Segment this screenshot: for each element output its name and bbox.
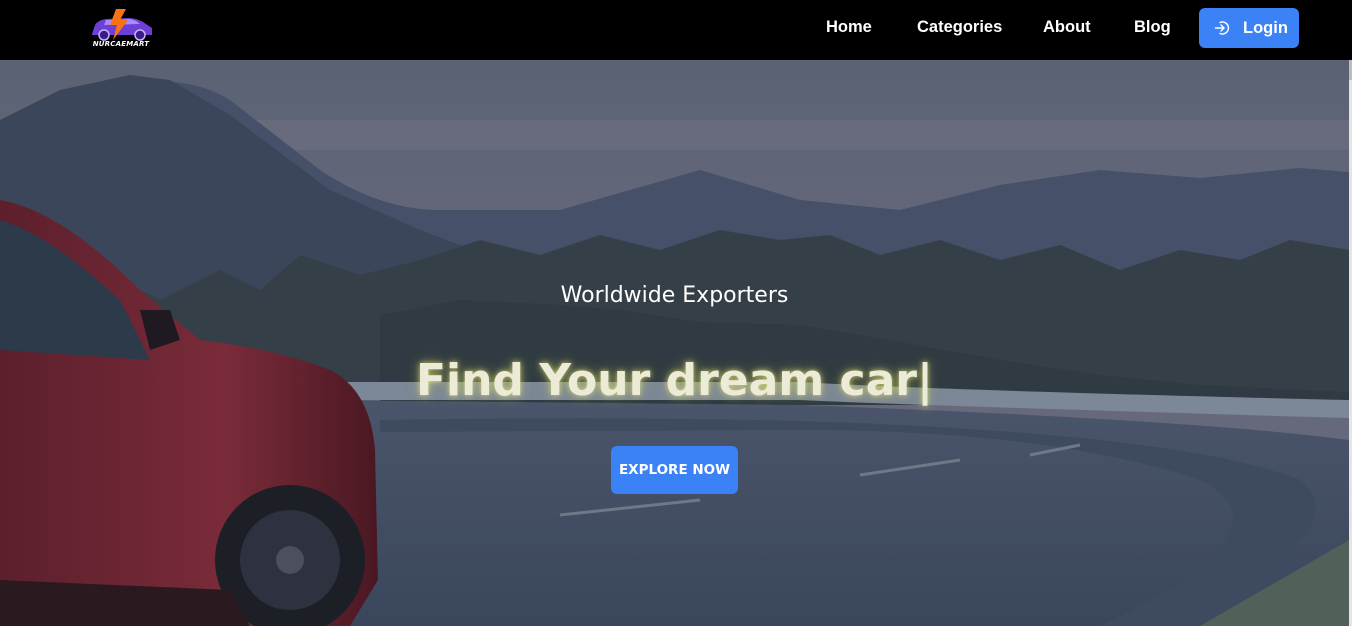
navbar: NURCAEMART Home Categories About Blog Lo… <box>0 0 1352 60</box>
nav-link-blog[interactable]: Blog <box>1134 17 1171 37</box>
hero-background-image <box>0 60 1349 626</box>
nav-link-about[interactable]: About <box>1043 17 1091 37</box>
brand-logo[interactable]: NURCAEMART <box>86 8 156 52</box>
nav-link-home[interactable]: Home <box>826 17 872 37</box>
hero-section: Worldwide Exporters Find Your dream car|… <box>0 60 1349 626</box>
hero-tagline: Worldwide Exporters <box>560 283 789 308</box>
hero-headline: Find Your dream car| <box>415 355 934 406</box>
explore-now-button[interactable]: EXPLORE NOW <box>611 446 738 494</box>
nav-link-categories[interactable]: Categories <box>917 17 1002 37</box>
sign-in-icon <box>1214 21 1230 35</box>
login-button[interactable]: Login <box>1199 8 1299 48</box>
login-label: Login <box>1243 19 1288 37</box>
car-lightning-logo-icon <box>92 9 152 41</box>
brand-name: NURCAEMART <box>92 40 150 48</box>
